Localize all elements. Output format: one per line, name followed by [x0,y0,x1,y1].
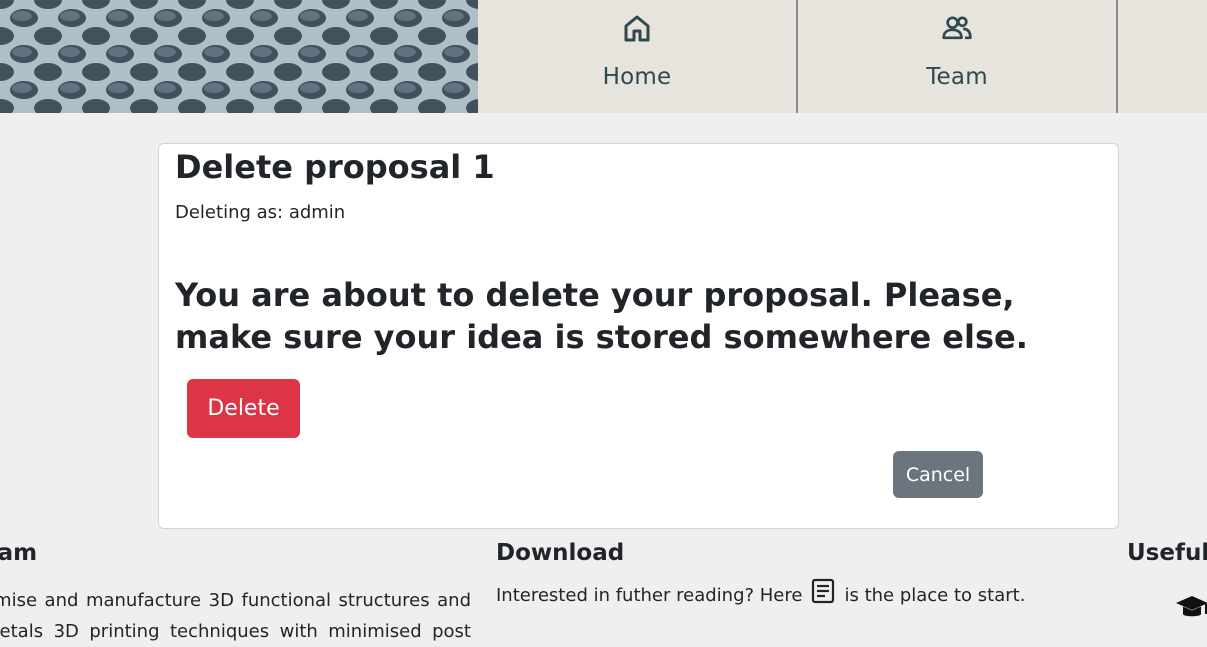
delete-proposal-card: Delete proposal 1 Deleting as: admin You… [158,143,1119,529]
document-icon[interactable] [810,578,836,604]
header: Home Team [0,0,1207,113]
nav-label-home: Home [602,64,672,90]
nav-label-team: Team [926,64,988,90]
footer-team-section: eam timise and manufacture 3D functional… [0,540,471,647]
download-text-after: is the place to start. [844,585,1026,606]
home-icon [624,15,650,42]
footer-team-heading: eam [0,540,38,566]
download-text-before: Interested in futher reading? Here [496,585,803,606]
hero-lattice-image [0,0,478,113]
footer-team-text: timise and manufacture 3D functional str… [0,585,471,647]
nav-item-team[interactable]: Team [798,0,1118,113]
footer-download-text: Interested in futher reading? Here is th… [496,578,1096,611]
footer-team-text-line1: timise and manufacture 3D functional str… [0,590,471,611]
delete-button[interactable]: Delete [187,379,300,438]
footer-useful-section: Useful [1127,540,1207,617]
footer-download-section: Download Interested in futher reading? H… [496,540,1096,611]
footer-useful-heading: Useful [1127,540,1207,566]
graduation-cap-icon [1176,596,1207,617]
nav-item-more[interactable] [1118,0,1207,113]
team-icon [942,16,972,40]
footer-download-heading: Download [496,540,625,566]
card-title: Delete proposal 1 [175,148,495,186]
delete-warning: You are about to delete your proposal. P… [175,276,1028,356]
nav-item-home[interactable]: Home [478,0,798,113]
deleting-as-label: Deleting as: admin [175,202,346,223]
footer-team-text-line2: metals 3D printing techniques with minim… [0,621,471,642]
cancel-button[interactable]: Cancel [893,451,983,498]
page: Home Team Delete proposal 1 Deleting as:… [0,0,1207,647]
